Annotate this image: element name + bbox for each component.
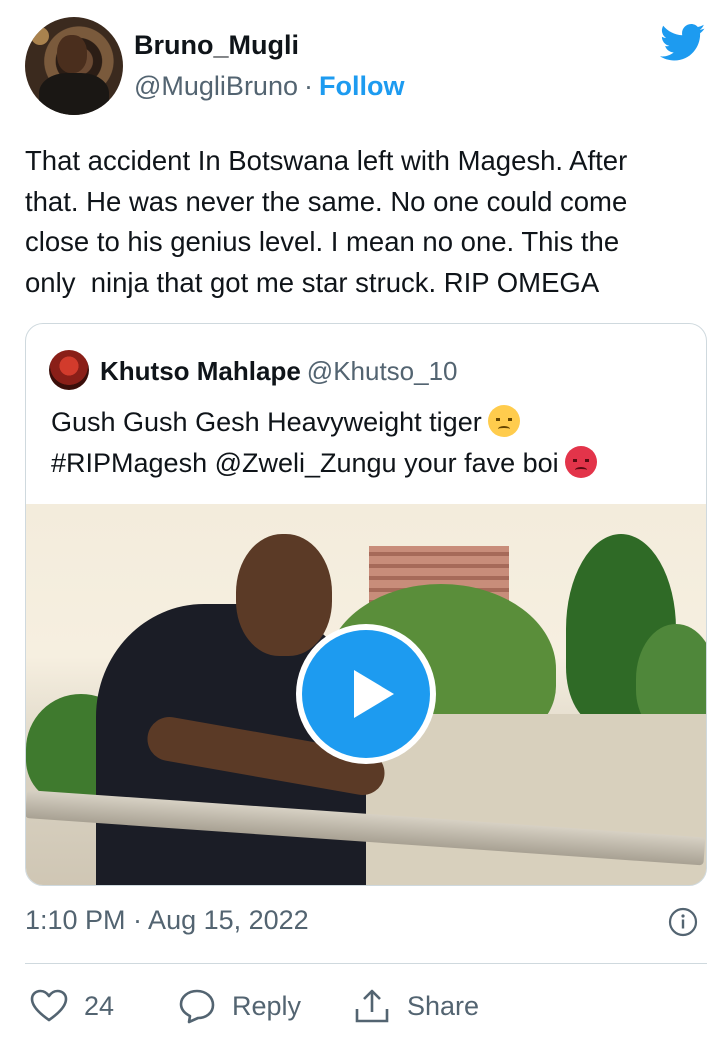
author-handle[interactable]: @MugliBruno	[134, 71, 298, 101]
quoted-text-line-2-content: #RIPMagesh @Zweli_Zungu your fave boi	[51, 447, 559, 478]
quoted-text-line-1: Gush Gush Gesh Heavyweight tiger	[51, 402, 691, 443]
reply-label: Reply	[232, 990, 302, 1021]
like-button[interactable]: 24	[30, 986, 114, 1026]
author-handle-row: @MugliBruno · Follow	[134, 71, 404, 102]
heart-icon	[30, 989, 68, 1022]
quoted-tweet-text: Gush Gush Gesh Heavyweight tiger #RIPMag…	[51, 402, 691, 483]
share-icon	[355, 989, 389, 1023]
avatar-shirt	[39, 73, 109, 115]
quoted-author-handle: @Khutso_10	[306, 356, 458, 386]
reply-button[interactable]: Reply	[178, 986, 301, 1026]
twitter-bird-icon[interactable]	[660, 24, 706, 62]
quoted-text-line-2: #RIPMagesh @Zweli_Zungu your fave boi	[51, 443, 691, 484]
info-icon[interactable]	[668, 907, 698, 937]
follow-button[interactable]: Follow	[319, 71, 404, 101]
share-button[interactable]: Share	[353, 986, 479, 1026]
quoted-text-line-1-content: Gush Gush Gesh Heavyweight tiger	[51, 407, 482, 437]
quoted-author-name: Khutso Mahlape	[100, 356, 301, 386]
separator-dot: ·	[303, 71, 313, 101]
angry-face-emoji-icon	[564, 445, 597, 478]
author-avatar[interactable]	[25, 17, 123, 115]
play-icon	[354, 670, 394, 718]
video-thumbnail[interactable]	[26, 504, 706, 885]
tweet-timestamp[interactable]: 1:10 PM · Aug 15, 2022	[25, 905, 309, 936]
quoted-author-avatar	[49, 350, 89, 390]
video-person-head	[236, 534, 332, 656]
like-count: 24	[84, 990, 115, 1021]
play-button[interactable]	[296, 624, 436, 764]
play-icon-circle	[302, 630, 430, 758]
quoted-author-row: Khutso Mahlape @Khutso_10	[100, 356, 458, 387]
disappointed-face-emoji-icon	[487, 405, 520, 437]
reply-bubble-icon	[179, 989, 215, 1024]
avatar-background-light	[31, 27, 49, 45]
avatar-face	[57, 35, 87, 73]
tweet-text: That accident In Botswana left with Mage…	[25, 145, 628, 298]
quoted-tweet-card[interactable]: Khutso Mahlape @Khutso_10 Gush Gush Gesh …	[25, 323, 707, 886]
divider	[25, 963, 707, 964]
share-label: Share	[407, 990, 480, 1021]
author-display-name[interactable]: Bruno_Mugli	[134, 30, 299, 61]
